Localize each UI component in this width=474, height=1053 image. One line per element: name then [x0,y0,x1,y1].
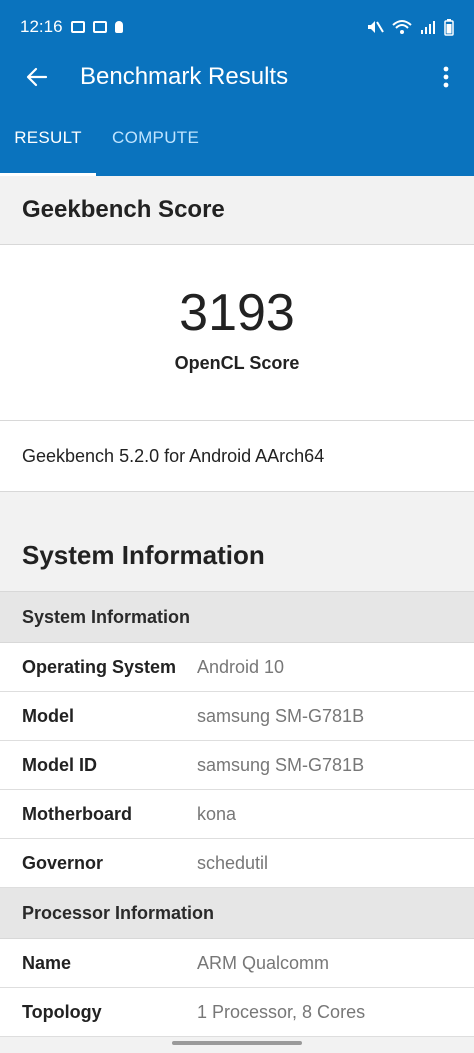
bulb-icon [114,21,123,33]
info-key: Model [22,705,74,726]
app-bar: Benchmark Results [0,54,474,100]
info-row-topology: Topology 1 Processor, 8 Cores [0,988,474,1037]
info-value: kona [197,803,237,824]
info-row-motherboard: Motherboard kona [0,790,474,839]
info-value: schedutil [197,852,269,873]
tab-result[interactable]: RESULT [0,100,96,176]
info-value: samsung SM-G781B [197,705,365,726]
battery-icon [444,19,454,36]
info-value: samsung SM-G781B [197,754,365,775]
info-row-operating-system: Operating System Android 10 [0,643,474,692]
info-key: Model ID [22,754,97,775]
info-row-model: Model samsung SM-G781B [0,692,474,741]
image-icon [92,21,107,33]
info-value: ARM Qualcomm [197,952,330,973]
mute-icon [368,21,384,33]
group-heading-processor: Processor Information [0,888,474,939]
info-row-model-id: Model ID samsung SM-G781B [0,741,474,790]
info-value: Android 10 [197,656,285,677]
info-key: Name [22,952,72,973]
more-vert-icon [443,66,449,88]
info-row-name: Name ARM Qualcomm [0,939,474,988]
tab-bar: RESULT COMPUTE [0,100,474,176]
group-heading-system: System Information [0,592,474,643]
system-information-title: System Information [0,492,474,592]
signal-icon [421,21,435,34]
wifi-icon [392,20,412,34]
score-section-heading: Geekbench Score [0,176,474,245]
info-key: Motherboard [22,803,132,824]
back-arrow-icon [26,67,48,87]
tab-compute[interactable]: COMPUTE [96,100,215,176]
page-title: Benchmark Results [80,63,289,90]
info-key: Topology [22,1001,102,1022]
gesture-nav-bar[interactable] [172,1041,302,1045]
info-key: Governor [22,852,104,873]
score-value: 3193 [179,284,295,342]
back-button[interactable] [0,54,74,100]
mail-icon [70,21,85,33]
info-value: 1 Processor, 8 Cores [197,1001,366,1022]
info-row-governor: Governor schedutil [0,839,474,888]
score-card: 3193 OpenCL Score [0,245,474,421]
score-label: OpenCL Score [174,353,300,373]
version-row: Geekbench 5.2.0 for Android AArch64 [0,421,474,492]
status-bar: 12:16 [0,0,474,54]
status-time: 12:16 [20,17,63,36]
more-options-button[interactable] [436,54,456,100]
info-key: Operating System [22,656,177,677]
